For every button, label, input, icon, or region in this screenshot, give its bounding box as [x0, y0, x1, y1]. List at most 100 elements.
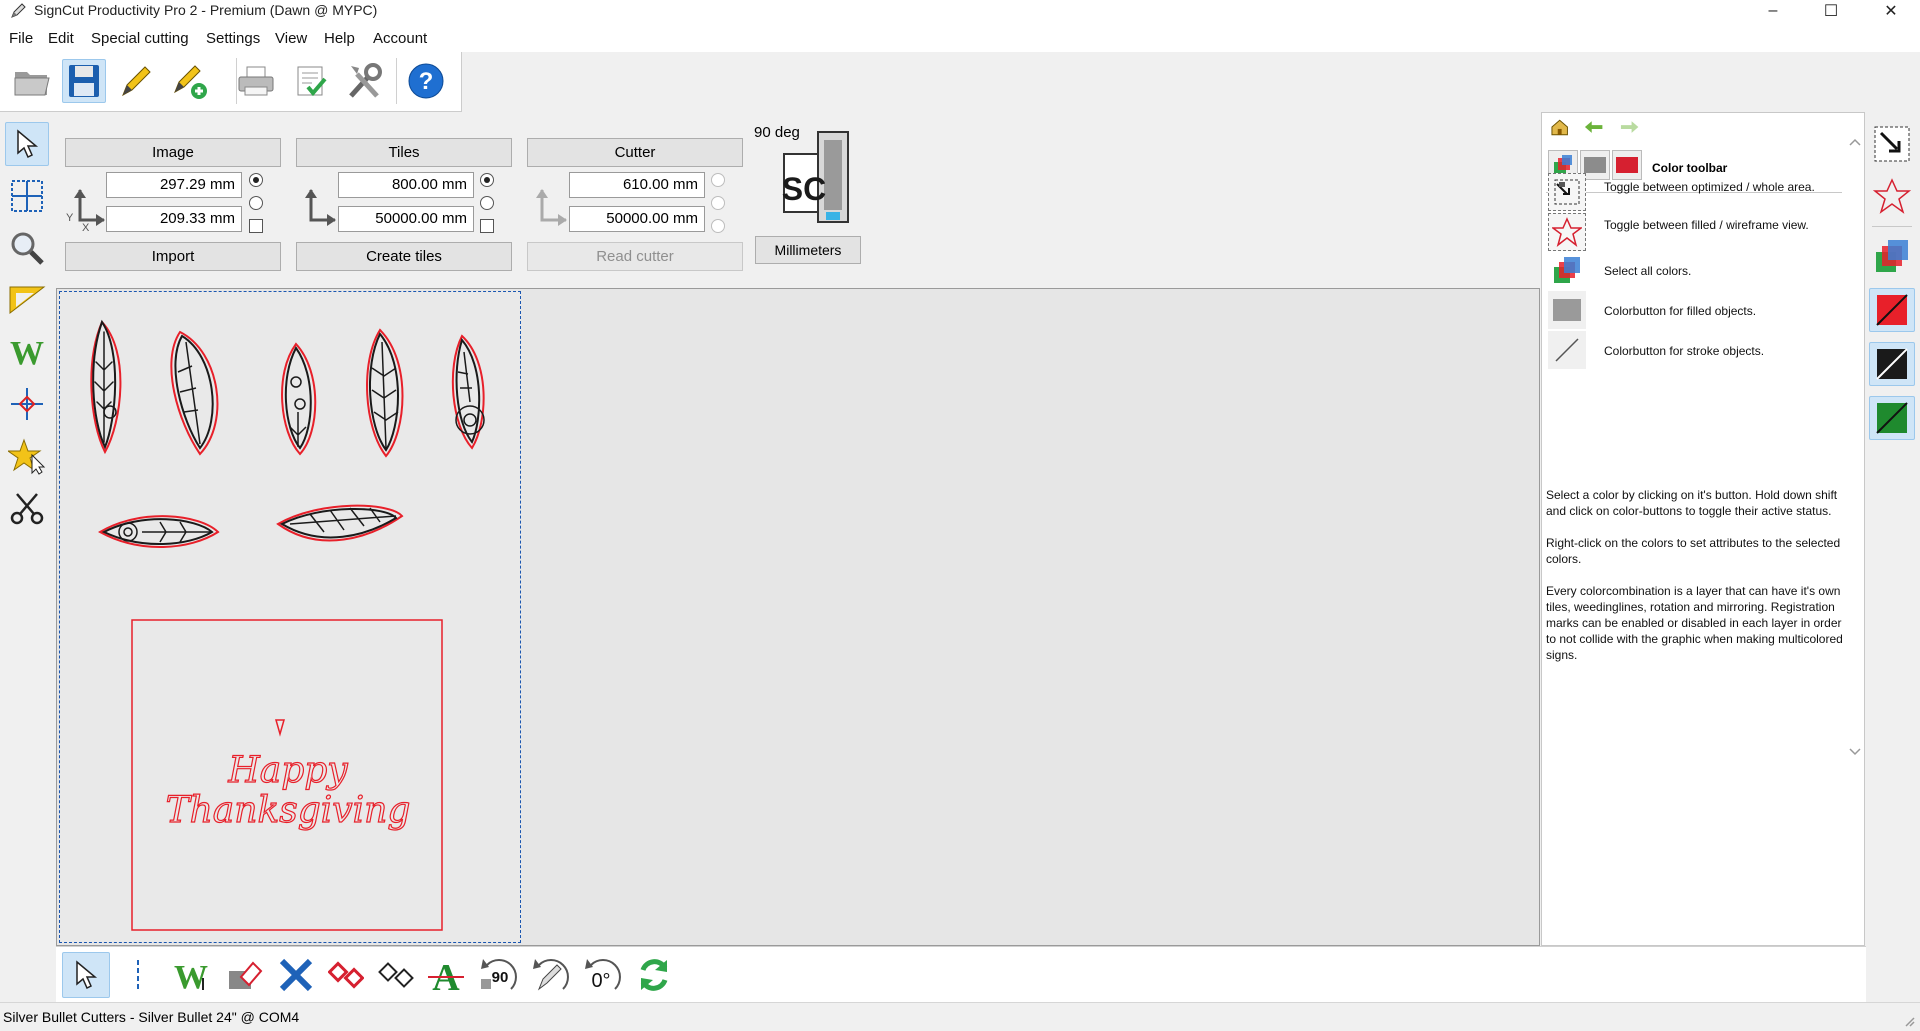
resize-grip-icon[interactable] — [1904, 1016, 1916, 1028]
tiles-radio-2[interactable] — [480, 196, 494, 210]
help-item-fill-text: Colorbutton for filled objects. — [1604, 304, 1757, 318]
image-area[interactable]: Happy Thanksgiving — [59, 291, 521, 943]
select-tool-button[interactable] — [5, 122, 49, 166]
menu-account[interactable]: Account — [373, 30, 427, 47]
bottom-rotate-90-button[interactable]: 90 — [474, 952, 522, 998]
zoom-tool-button[interactable] — [5, 226, 49, 270]
help-icon: ? — [408, 63, 444, 99]
cutter-radio-1[interactable] — [711, 173, 725, 187]
black-layer-button[interactable] — [1869, 342, 1915, 386]
cutter-radio-2[interactable] — [711, 196, 725, 210]
forward-arrow-icon[interactable] — [1619, 120, 1640, 134]
axis-xy-icon — [305, 189, 336, 226]
color-toolbar — [1866, 112, 1920, 946]
bottom-select-button[interactable] — [62, 952, 110, 998]
cut-tool-button[interactable] — [5, 486, 49, 530]
bottom-weed-button[interactable]: W — [168, 952, 216, 998]
minimize-button[interactable]: – — [1744, 0, 1802, 22]
eraser-icon — [229, 961, 263, 989]
axis-xy-icon — [536, 189, 567, 226]
menu-edit[interactable]: Edit — [48, 30, 74, 47]
image-height-field[interactable]: 209.33 mm — [106, 206, 242, 232]
design-canvas[interactable]: Happy Thanksgiving — [56, 288, 1540, 946]
measure-tool-button[interactable] — [5, 278, 49, 322]
image-header-button[interactable]: Image — [65, 138, 281, 167]
feather-3 — [281, 342, 317, 456]
optimized-area-icon — [1548, 173, 1586, 211]
weeding-tool-button[interactable]: W — [5, 330, 49, 374]
feather-7 — [276, 504, 404, 542]
scroll-up-icon[interactable] — [1848, 137, 1862, 147]
image-width-field[interactable]: 297.29 mm — [106, 172, 242, 198]
print-button[interactable] — [234, 59, 278, 103]
bottom-line-button[interactable] — [114, 952, 162, 998]
weed-w-icon: W — [10, 336, 44, 368]
feather-1 — [90, 319, 122, 455]
bottom-rotate-tool-button[interactable] — [526, 952, 574, 998]
scroll-down-icon[interactable] — [1848, 747, 1862, 757]
help-button[interactable]: ? — [404, 59, 448, 103]
select-all-colors-button[interactable] — [1869, 234, 1915, 278]
open-file-button[interactable] — [10, 59, 54, 103]
tiles-header-button[interactable]: Tiles — [296, 138, 512, 167]
tile-tool-button[interactable] — [5, 174, 49, 218]
bottom-red-nodes-button[interactable] — [322, 952, 370, 998]
cutter-radio-3[interactable] — [711, 219, 725, 233]
bottom-text-button[interactable]: A — [422, 952, 470, 998]
tiles-radio-1[interactable] — [480, 173, 494, 187]
optimized-area-icon — [1874, 126, 1910, 162]
image-checkbox[interactable] — [249, 219, 263, 233]
create-tiles-button[interactable]: Create tiles — [296, 242, 512, 271]
checklist-button[interactable] — [290, 59, 334, 103]
green-layer-button[interactable] — [1869, 396, 1915, 440]
help-nav — [1550, 118, 1640, 136]
arrow-cursor-icon — [76, 960, 98, 990]
bottom-nodes-button[interactable] — [372, 952, 420, 998]
close-button[interactable]: ✕ — [1862, 0, 1920, 22]
maximize-button[interactable]: ☐ — [1802, 0, 1860, 22]
card-heart-mark — [275, 719, 285, 737]
tiles-width-field[interactable]: 800.00 mm — [338, 172, 474, 198]
rotation-logo-button[interactable]: SC — [774, 126, 856, 226]
tools-icon — [349, 63, 382, 98]
home-icon[interactable] — [1550, 118, 1569, 136]
cutter-height-field[interactable]: 50000.00 mm — [569, 206, 705, 232]
tiles-height-field[interactable]: 50000.00 mm — [338, 206, 474, 232]
help-scrollbar[interactable] — [1846, 127, 1864, 947]
cutter-header-button[interactable]: Cutter — [527, 138, 743, 167]
refresh-icon — [640, 959, 668, 991]
app-pencil-icon — [11, 3, 26, 18]
add-edit-button[interactable] — [168, 59, 212, 103]
menu-file[interactable]: File — [9, 30, 33, 47]
back-arrow-icon[interactable] — [1583, 120, 1604, 134]
bottom-eraser-button[interactable] — [220, 952, 268, 998]
bottom-refresh-button[interactable] — [630, 952, 678, 998]
read-cutter-button[interactable]: Read cutter — [527, 242, 743, 271]
menu-special-cutting[interactable]: Special cutting — [91, 30, 189, 47]
menu-view[interactable]: View — [275, 30, 307, 47]
red-layer-button[interactable] — [1869, 288, 1915, 332]
image-radio-1[interactable] — [249, 173, 263, 187]
cutter-width-field[interactable]: 610.00 mm — [569, 172, 705, 198]
bottom-delete-button[interactable] — [272, 952, 320, 998]
import-button[interactable]: Import — [65, 242, 281, 271]
menu-help[interactable]: Help — [324, 30, 355, 47]
optimized-area-button[interactable] — [1869, 122, 1915, 166]
printer-icon — [238, 66, 274, 96]
image-radio-2[interactable] — [249, 196, 263, 210]
tools-button[interactable] — [342, 59, 386, 103]
menu-settings[interactable]: Settings — [206, 30, 260, 47]
save-button[interactable] — [62, 59, 106, 103]
pencil-edit-icon — [122, 66, 151, 97]
tiles-checkbox[interactable] — [480, 219, 494, 233]
bottom-rotate-0-button[interactable]: 0° — [578, 952, 626, 998]
main-toolbar: ? — [0, 52, 462, 112]
registration-tool-button[interactable] — [5, 382, 49, 426]
edit-button[interactable] — [114, 59, 158, 103]
help-paragraph-2: Right-click on the colors to set attribu… — [1546, 536, 1841, 566]
feather-5 — [451, 334, 485, 450]
wireframe-toggle-button[interactable] — [1869, 174, 1915, 218]
units-button[interactable]: Millimeters — [755, 236, 861, 264]
pencil-add-icon — [174, 65, 207, 99]
star-select-tool-button[interactable] — [5, 434, 49, 478]
